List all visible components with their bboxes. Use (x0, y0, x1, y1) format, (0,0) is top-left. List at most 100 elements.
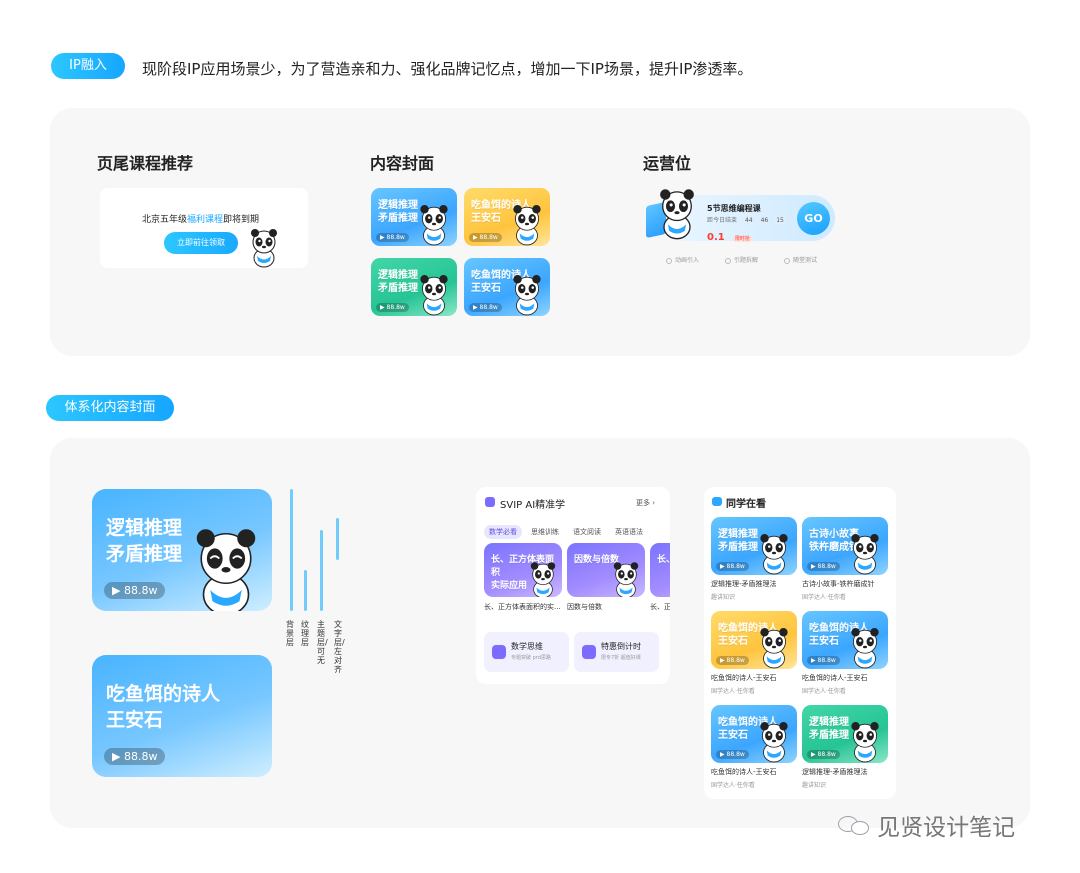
gift-icon (582, 645, 596, 659)
footer-notice: 北京五年级福利课程即将到期 (142, 215, 260, 225)
panda-mascot-icon (660, 189, 694, 240)
svip-tabs: 数学必看 思维训练 语文阅读 英语语法 (484, 519, 652, 539)
panda-mascot-icon (420, 275, 448, 316)
big-cover-card-views: ▶ 88.8w (104, 748, 166, 765)
layer-bar-texture (304, 570, 307, 611)
classmates-icon (712, 497, 722, 506)
panda-mascot-icon (513, 275, 541, 316)
classmate-caption: 吃鱼饵的诗人-王安石 (711, 674, 777, 682)
panda-mascot-icon (196, 529, 256, 611)
svip-more-link[interactable]: 更多 › (636, 498, 655, 508)
classmate-card-views: ▶ 88.8w (716, 562, 749, 571)
ip-pill: IP融入 (51, 53, 125, 79)
classmate-card[interactable]: 吃鱼饵的诗人 王安石 ▶ 88.8w (711, 705, 797, 763)
layer-bar-text (336, 518, 339, 560)
classmate-card[interactable]: 逻辑推理 矛盾推理 ▶ 88.8w (711, 517, 797, 575)
cover-card[interactable]: 逻辑推理 矛盾推理 ▶ 88.8w (371, 188, 457, 246)
svip-tab[interactable]: 英语语法 (610, 525, 648, 539)
panda-mascot-icon (513, 205, 541, 246)
ops-features: 动画引入 引题拆解 随堂测试 (666, 247, 843, 266)
footer-recommend-card: 北京五年级福利课程即将到期 立即前往领取 (100, 188, 308, 268)
panda-mascot-icon (851, 534, 879, 575)
claim-button[interactable]: 立即前往领取 (164, 232, 238, 254)
cover-card[interactable]: 吃鱼饵的诗人 王安石 ▶ 88.8w (464, 188, 550, 246)
classmate-source: 国学达人·任你看 (802, 594, 846, 601)
panda-mascot-icon (613, 562, 639, 597)
system-pill: 体系化内容封面 (46, 395, 174, 421)
svip-tab[interactable]: 语文阅读 (568, 525, 606, 539)
big-cover-card-title: 逻辑推理 矛盾推理 (106, 517, 183, 565)
layer-label: 纹理层 (301, 620, 309, 647)
svip-entry-sub: 专题突破 prd思路 (511, 655, 551, 661)
countdown-box: 46 (758, 217, 771, 224)
classmate-card-views: ▶ 88.8w (807, 562, 840, 571)
svip-entry[interactable]: 数学思维 专题突破 prd思路 (484, 632, 569, 672)
svip-card-caption: 因数与倍数 (567, 603, 602, 611)
svip-card-caption: 长、正方 (650, 603, 670, 611)
layer-bar-theme (320, 530, 323, 611)
cover-card-views: ▶ 88.8w (469, 233, 502, 242)
panda-mascot-icon (420, 205, 448, 246)
svip-tab[interactable]: 数学必看 (484, 525, 522, 539)
ops-countdown: 距今日结束 44 46 15 (707, 217, 786, 224)
classmate-source: 国学达人·任你看 (711, 688, 755, 695)
classmate-card-title: 逻辑推理 矛盾推理 (718, 529, 758, 553)
svip-course-card[interactable]: 长、正方体表面积 实际应用 (484, 543, 562, 597)
ops-price: 0.1 限时抢 (707, 225, 752, 244)
classmate-source: 国学达人·任你看 (711, 782, 755, 789)
svip-course-card[interactable]: 因数与倍数 (567, 543, 645, 597)
classmates-module: 同学在看 逻辑推理 矛盾推理 ▶ 88.8w 逻辑推理-矛盾推理法 趣讲知识 古诗小… (704, 487, 896, 799)
classmate-source: 趣讲知识 (802, 782, 827, 789)
classmate-card[interactable]: 逻辑推理 矛盾推理 ▶ 88.8w (802, 705, 888, 763)
panda-mascot-icon (760, 722, 788, 763)
classmate-source: 国学达人·任你看 (802, 688, 846, 695)
footer-section-title: 页尾课程推荐 (97, 154, 194, 173)
cover-card[interactable]: 逻辑推理 矛盾推理 ▶ 88.8w (371, 258, 457, 316)
svip-entry[interactable]: 特惠倒计时 限专7折 超值好课 (574, 632, 659, 672)
classmate-card-title: 逻辑推理 矛盾推理 (809, 717, 849, 741)
big-cover-card-views: ▶ 88.8w (104, 582, 166, 599)
classmate-card-views: ▶ 88.8w (716, 656, 749, 665)
classmate-caption: 古诗小故事-铁杵磨成针 (802, 580, 875, 588)
cover-card-views: ▶ 88.8w (376, 233, 409, 242)
classmates-title: 同学在看 (726, 499, 766, 510)
panda-mascot-icon (851, 722, 879, 763)
svip-card-title: 长、 (657, 555, 670, 565)
check-icon (725, 257, 732, 264)
ops-feature: 引题拆解 (725, 257, 758, 264)
big-cover-card-1[interactable]: 逻辑推理 矛盾推理 ▶ 88.8w (92, 489, 272, 611)
ops-section-title: 运营位 (643, 154, 692, 173)
classmate-caption: 吃鱼饵的诗人-王安石 (802, 674, 868, 682)
svip-tab[interactable]: 思维训练 (526, 525, 564, 539)
countdown-box: 44 (742, 217, 755, 224)
classmate-card[interactable]: 吃鱼饵的诗人 王安石 ▶ 88.8w (711, 611, 797, 669)
big-cover-card-2[interactable]: 吃鱼饵的诗人 王安石 ▶ 88.8w (92, 655, 272, 777)
wechat-icon (838, 814, 872, 836)
panda-mascot-icon (760, 534, 788, 575)
classmate-card[interactable]: 吃鱼饵的诗人 王安石 ▶ 88.8w (802, 611, 888, 669)
panda-mascot-icon (251, 229, 277, 268)
svip-entry-sub: 限专7折 超值好课 (601, 655, 641, 661)
cover-card-views: ▶ 88.8w (469, 303, 502, 312)
cover-card-title: 逻辑推理 矛盾推理 (378, 270, 418, 294)
classmate-caption: 吃鱼饵的诗人-王安石 (711, 768, 777, 776)
layer-label: 背景层 (286, 620, 294, 647)
ops-course-title: 5节思维编程课 (707, 204, 761, 213)
classmate-card[interactable]: 古诗小故事 铁杵磨成针 ▶ 88.8w (802, 517, 888, 575)
price-value: 0.1 (707, 232, 725, 243)
cover-section-title: 内容封面 (370, 154, 435, 173)
check-icon (784, 257, 791, 264)
layer-label: 文字层/左对齐 (334, 620, 345, 674)
ops-feature: 动画引入 (666, 257, 699, 264)
crown-icon (485, 497, 495, 507)
watermark: 见贤设计笔记 (838, 808, 1015, 842)
svip-entry-title: 特惠倒计时 (601, 642, 641, 651)
svip-course-card[interactable]: 长、 (650, 543, 670, 597)
price-tag: 限时抢 (732, 236, 752, 242)
cover-card[interactable]: 吃鱼饵的诗人 王安石 ▶ 88.8w (464, 258, 550, 316)
check-icon (666, 257, 672, 264)
svip-entry-title: 数学思维 (511, 642, 543, 651)
go-button[interactable]: GO (797, 202, 830, 235)
classmate-card-views: ▶ 88.8w (716, 750, 749, 759)
classmate-caption: 逻辑推理-矛盾推理法 (802, 768, 868, 776)
